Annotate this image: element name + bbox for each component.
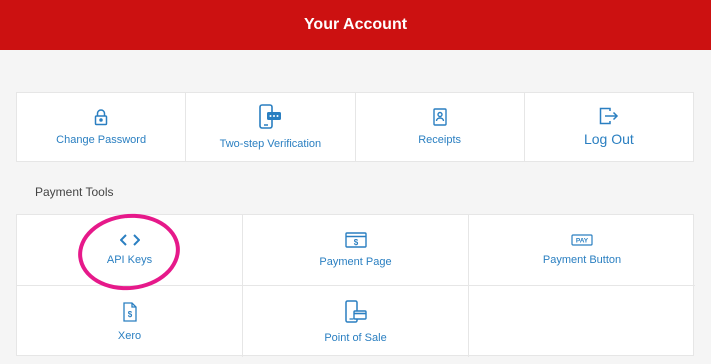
payment-button-button[interactable]: PAY Payment Button: [469, 215, 695, 286]
payment-tools-heading: Payment Tools: [35, 185, 114, 199]
payment-page-icon: $: [344, 232, 367, 248]
payment-tools-grid: API Keys $ Payment Page PAY Payment Butt…: [16, 214, 695, 357]
code-icon: [119, 234, 140, 246]
receipts-label: Receipts: [418, 134, 462, 146]
pay-icon-text: PAY: [576, 238, 589, 245]
pos-icon: [344, 299, 367, 324]
payment-page-button[interactable]: $ Payment Page: [243, 215, 469, 286]
api-keys-label: API Keys: [106, 254, 153, 266]
account-actions: Change Password Two-step Verification Re…: [16, 92, 694, 162]
receipt-icon: [432, 108, 447, 126]
empty-tool-cell: [469, 286, 695, 357]
pay-button-icon: PAY: [571, 234, 593, 246]
xero-button[interactable]: $ Xero: [17, 286, 243, 357]
point-of-sale-button[interactable]: Point of Sale: [243, 286, 469, 357]
log-out-button[interactable]: Log Out: [525, 93, 693, 161]
page-title: Your Account: [303, 16, 408, 33]
page-header: Your Account: [0, 0, 711, 50]
payment-button-label: Payment Button: [542, 254, 622, 266]
two-step-verification-label: Two-step Verification: [219, 138, 322, 150]
two-step-verification-button[interactable]: Two-step Verification: [186, 93, 356, 161]
payment-page-label: Payment Page: [319, 256, 392, 268]
svg-text:$: $: [353, 238, 358, 247]
svg-text:$: $: [127, 310, 132, 319]
api-keys-button[interactable]: API Keys: [17, 215, 243, 286]
change-password-button[interactable]: Change Password: [17, 93, 187, 161]
xero-label: Xero: [117, 329, 142, 342]
logout-icon: [599, 107, 619, 125]
receipts-button[interactable]: Receipts: [356, 93, 525, 161]
phone-verification-icon: [258, 104, 282, 130]
document-dollar-icon: $: [122, 301, 137, 322]
log-out-label: Log Out: [583, 131, 634, 147]
lock-icon: [94, 108, 108, 126]
change-password-label: Change Password: [56, 134, 147, 146]
point-of-sale-label: Point of Sale: [324, 331, 387, 344]
